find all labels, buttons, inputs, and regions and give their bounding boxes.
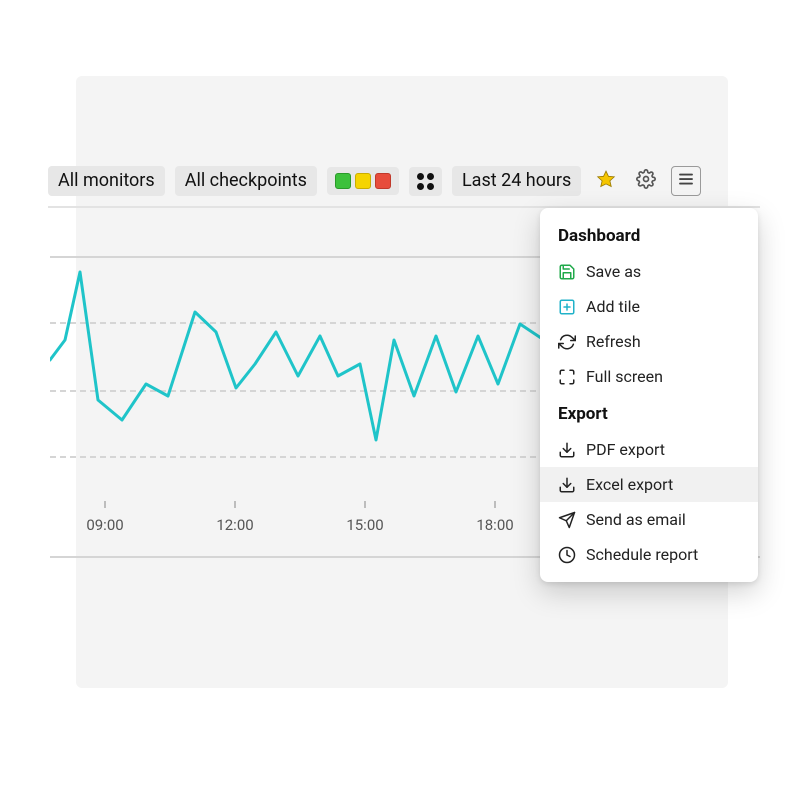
x-tick-label: 09:00 (86, 516, 123, 534)
menu-item-label: Refresh (586, 332, 641, 351)
checkpoints-filter-chip[interactable]: All checkpoints (175, 166, 317, 196)
monitors-filter-label: All monitors (58, 172, 155, 190)
monitors-filter-chip[interactable]: All monitors (48, 166, 165, 196)
dropdown-export-header: Export (540, 394, 758, 432)
gear-icon (636, 169, 656, 193)
download-icon (558, 441, 576, 459)
menu-item-send-as-email[interactable]: Send as email (540, 502, 758, 537)
menu-item-label: Send as email (586, 510, 686, 529)
download-icon (558, 476, 576, 494)
menu-item-label: Save as (586, 262, 641, 281)
clock-icon (558, 546, 576, 564)
save-icon (558, 263, 576, 281)
menu-item-label: Schedule report (586, 545, 698, 564)
hamburger-dropdown: Dashboard Save as Add tile Refresh Full scr… (540, 208, 758, 582)
dropdown-dashboard-header: Dashboard (540, 222, 758, 254)
favorite-button[interactable] (591, 166, 621, 196)
x-tick-label: 15:00 (346, 516, 383, 534)
time-range-label: Last 24 hours (462, 172, 571, 190)
send-icon (558, 511, 576, 529)
menu-item-pdf-export[interactable]: PDF export (540, 432, 758, 467)
x-tick-label: 18:00 (476, 516, 513, 534)
layout-grid-chip[interactable] (409, 167, 442, 196)
x-tick-label: 12:00 (216, 516, 253, 534)
menu-item-label: PDF export (586, 440, 665, 459)
star-icon (596, 169, 616, 193)
time-range-chip[interactable]: Last 24 hours (452, 166, 581, 196)
menu-item-schedule-report[interactable]: Schedule report (540, 537, 758, 572)
menu-item-label: Full screen (586, 367, 663, 386)
fullscreen-icon (558, 368, 576, 386)
status-red-icon (375, 173, 391, 189)
menu-item-refresh[interactable]: Refresh (540, 324, 758, 359)
menu-item-full-screen[interactable]: Full screen (540, 359, 758, 394)
status-yellow-icon (355, 173, 371, 189)
grid-icon (417, 173, 434, 190)
hamburger-icon (677, 170, 695, 192)
menu-item-label: Excel export (586, 475, 673, 494)
menu-item-save-as[interactable]: Save as (540, 254, 758, 289)
checkpoints-filter-label: All checkpoints (185, 172, 307, 190)
status-filter-chip[interactable] (327, 167, 399, 195)
settings-button[interactable] (631, 166, 661, 196)
toolbar: All monitors All checkpoints Last 24 hou… (48, 162, 760, 200)
status-green-icon (335, 173, 351, 189)
hamburger-menu-button[interactable] (671, 166, 701, 196)
add-tile-icon (558, 298, 576, 316)
status-dots (335, 173, 391, 189)
menu-item-excel-export[interactable]: Excel export (540, 467, 758, 502)
refresh-icon (558, 333, 576, 351)
menu-item-label: Add tile (586, 297, 640, 316)
menu-item-add-tile[interactable]: Add tile (540, 289, 758, 324)
